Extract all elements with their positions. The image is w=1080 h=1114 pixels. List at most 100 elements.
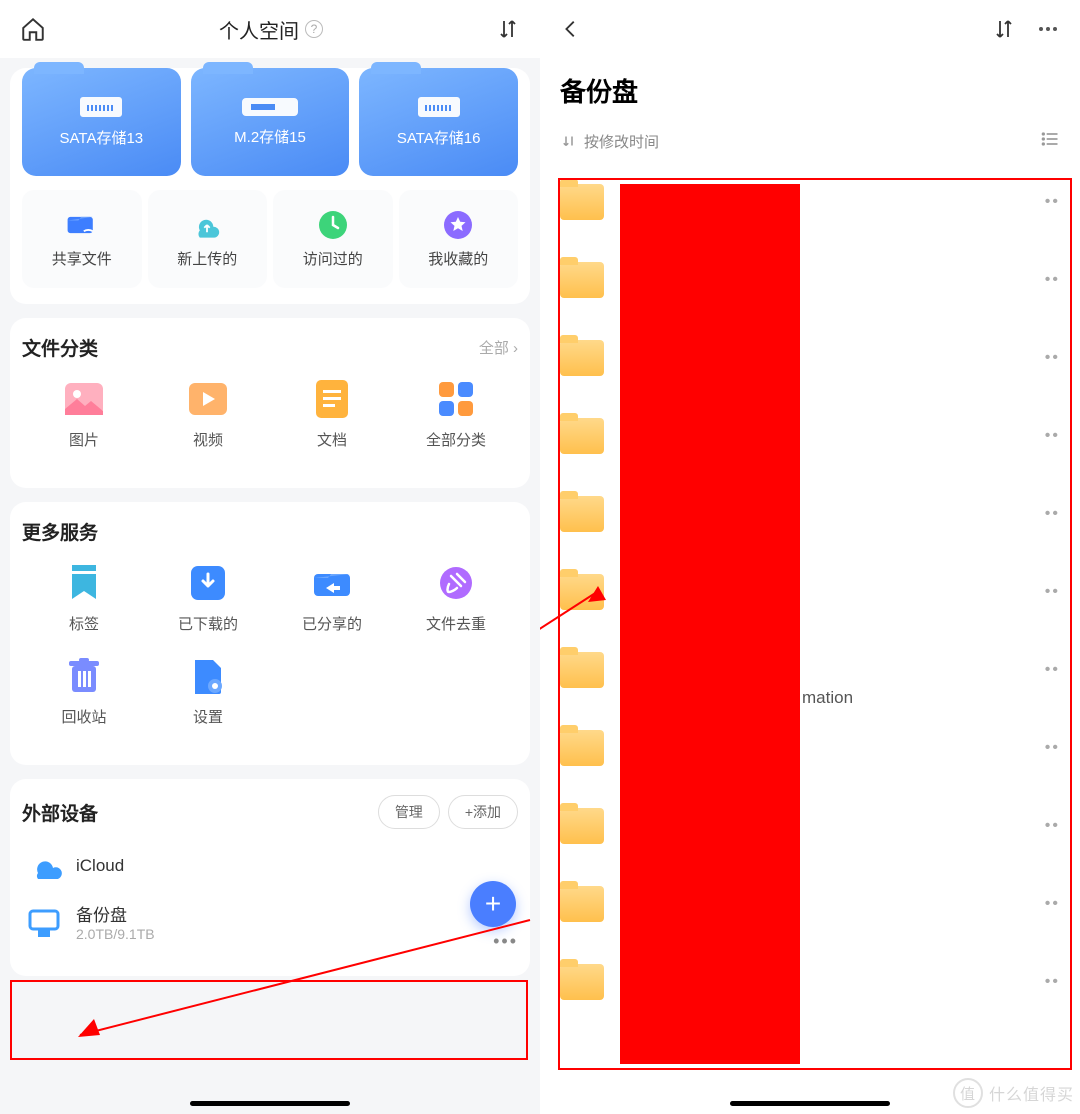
file-category-all[interactable]: 全部 › <box>479 337 518 358</box>
external-title: 外部设备 <box>22 799 98 826</box>
folder-icon <box>560 184 604 220</box>
hdd-icon <box>418 97 460 117</box>
right-pane: 备份盘 按修改时间 •• •• •• •• •• •• •• •• •• •• •• mation <box>540 0 1080 1114</box>
folder-icon <box>560 262 604 298</box>
service-settings[interactable]: 设置 <box>146 656 270 727</box>
external-devices-card: 外部设备 管理 +添加 iCloud 备份盘 2.0TB/9.1TB + ••• <box>10 779 530 976</box>
folder-icon <box>560 964 604 1000</box>
row-more-icon[interactable]: •• <box>1045 739 1060 757</box>
help-icon[interactable]: ? <box>305 20 323 38</box>
drive-icon <box>26 907 62 937</box>
category-label: 图片 <box>69 429 99 450</box>
storage-card: SATA存储13 M.2存储15 SATA存储16 共享文件 <box>10 68 530 304</box>
title-text: 个人空间 <box>219 15 299 44</box>
item-more-icon[interactable]: ••• <box>493 931 518 952</box>
service-label: 标签 <box>69 613 99 634</box>
category-doc[interactable]: 文档 <box>270 379 394 450</box>
service-tag[interactable]: 标签 <box>22 563 146 634</box>
backup-size: 2.0TB/9.1TB <box>76 926 155 942</box>
backup-label: 备份盘 <box>76 901 155 926</box>
view-list-icon[interactable] <box>1040 129 1060 153</box>
quick-label: 新上传的 <box>177 248 237 269</box>
external-icloud[interactable]: iCloud <box>22 841 518 891</box>
row-more-icon[interactable]: •• <box>1045 973 1060 991</box>
folder-icon <box>560 340 604 376</box>
folder-icon <box>560 886 604 922</box>
service-downloaded[interactable]: 已下载的 <box>146 563 270 634</box>
row-more-icon[interactable]: •• <box>1045 661 1060 679</box>
service-dedupe[interactable]: 文件去重 <box>394 563 518 634</box>
storage-m2-15[interactable]: M.2存储15 <box>191 68 350 176</box>
storage-sata16[interactable]: SATA存储16 <box>359 68 518 176</box>
row-more-icon[interactable]: •• <box>1045 817 1060 835</box>
service-trash[interactable]: 回收站 <box>22 656 146 727</box>
video-icon <box>188 379 228 419</box>
bookmark-icon <box>64 563 104 603</box>
right-topbar <box>540 0 1080 58</box>
category-all[interactable]: 全部分类 <box>394 379 518 450</box>
row-more-icon[interactable]: •• <box>1045 427 1060 445</box>
sort-by-time[interactable]: 按修改时间 <box>560 131 659 152</box>
sort-icon[interactable] <box>496 17 520 41</box>
row-more-icon[interactable]: •• <box>1045 271 1060 289</box>
category-image[interactable]: 图片 <box>22 379 146 450</box>
cloud-icon <box>26 851 62 881</box>
left-pane: 个人空间 ? SATA存储13 M.2存储15 <box>0 0 540 1114</box>
folder-icon <box>560 496 604 532</box>
service-label: 已分享的 <box>302 613 362 634</box>
hdd-icon <box>80 97 122 117</box>
share-folder-icon <box>312 563 352 603</box>
row-more-icon[interactable]: •• <box>1045 505 1060 523</box>
quick-uploaded[interactable]: 新上传的 <box>148 190 268 288</box>
service-label: 已下载的 <box>178 613 238 634</box>
storage-label: SATA存储16 <box>397 127 481 148</box>
external-backup[interactable]: 备份盘 2.0TB/9.1TB + ••• <box>22 891 518 952</box>
category-video[interactable]: 视频 <box>146 379 270 450</box>
sort-bar: 按修改时间 <box>540 129 1080 163</box>
more-services-card: 更多服务 标签 已下载的 已分享的 文件去重 <box>10 502 530 765</box>
doc-icon <box>312 379 352 419</box>
quick-favorite[interactable]: 我收藏的 <box>399 190 519 288</box>
grid-icon <box>436 379 476 419</box>
storage-sata13[interactable]: SATA存储13 <box>22 68 181 176</box>
folder-icon <box>560 808 604 844</box>
service-label: 设置 <box>193 706 223 727</box>
fab-add-button[interactable]: + <box>470 881 516 927</box>
file-category-card: 文件分类 全部 › 图片 视频 文档 全部分类 <box>10 318 530 488</box>
folder-name-fragment: mation <box>802 688 853 708</box>
file-category-title: 文件分类 <box>22 334 98 361</box>
folder-icon <box>560 652 604 688</box>
download-icon <box>188 563 228 603</box>
service-label: 回收站 <box>61 706 106 727</box>
service-shared[interactable]: 已分享的 <box>270 563 394 634</box>
left-topbar: 个人空间 ? <box>0 0 540 58</box>
image-icon <box>64 379 104 419</box>
row-more-icon[interactable]: •• <box>1045 349 1060 367</box>
sort-icon[interactable] <box>992 17 1016 41</box>
star-icon <box>440 210 476 240</box>
category-label: 文档 <box>317 429 347 450</box>
more-icon[interactable] <box>1036 17 1060 41</box>
home-icon[interactable] <box>20 16 46 42</box>
clock-icon <box>315 210 351 240</box>
row-more-icon[interactable]: •• <box>1045 583 1060 601</box>
home-indicator <box>190 1101 350 1106</box>
manage-button[interactable]: 管理 <box>378 795 440 829</box>
add-button[interactable]: +添加 <box>448 795 518 829</box>
row-more-icon[interactable]: •• <box>1045 193 1060 211</box>
trash-icon <box>64 656 104 696</box>
folder-icon <box>560 730 604 766</box>
right-title: 备份盘 <box>540 58 1080 129</box>
broom-icon <box>436 563 476 603</box>
quick-label: 共享文件 <box>52 248 112 269</box>
annotation-frame <box>10 980 528 1060</box>
icloud-label: iCloud <box>76 856 124 876</box>
storage-label: M.2存储15 <box>234 126 306 147</box>
back-icon[interactable] <box>560 18 582 40</box>
category-label: 视频 <box>193 429 223 450</box>
service-label: 文件去重 <box>426 613 486 634</box>
quick-label: 我收藏的 <box>428 248 488 269</box>
row-more-icon[interactable]: •• <box>1045 895 1060 913</box>
quick-visited[interactable]: 访问过的 <box>273 190 393 288</box>
quick-shared[interactable]: 共享文件 <box>22 190 142 288</box>
